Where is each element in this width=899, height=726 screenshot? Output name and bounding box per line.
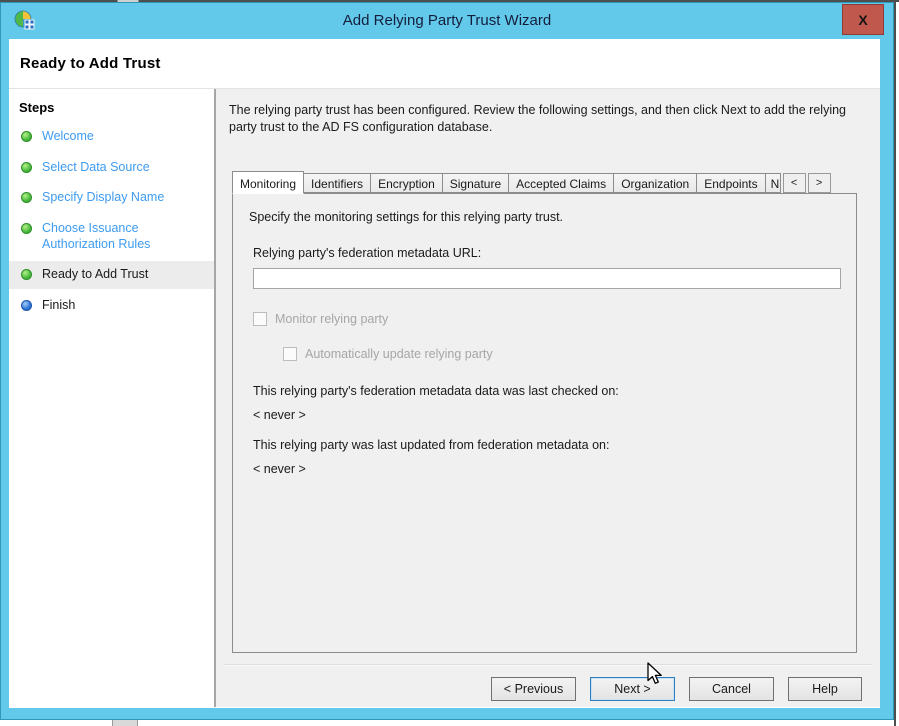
wizard-page-content: The relying party trust has been configu… [216, 89, 880, 707]
button-separator [224, 664, 872, 666]
last-checked-label: This relying party's federation metadata… [253, 384, 619, 398]
screen: Add Relying Party Trust Wizard X Ready t… [0, 0, 899, 726]
monitoring-tab-panel: Specify the monitoring settings for this… [232, 193, 857, 653]
tab-notes-truncated[interactable]: N [765, 173, 781, 193]
steps-sidebar: Steps Welcome Select Data Source Specify… [9, 89, 216, 707]
page-title: Ready to Add Trust [20, 55, 161, 72]
steps-header: Steps [9, 98, 214, 123]
step-done-icon [21, 223, 32, 234]
sidebar-item-specify-display-name[interactable]: Specify Display Name [9, 184, 214, 212]
sidebar-item-choose-issuance-authorization-rules[interactable]: Choose Issuance Authorization Rules [9, 215, 214, 258]
last-checked-value: < never > [253, 408, 306, 422]
background-window-artifact-bottom [112, 719, 138, 726]
wizard-window: Add Relying Party Trust Wizard X Ready t… [0, 2, 894, 720]
tab-strip: Monitoring Identifiers Encryption Signat… [232, 170, 857, 193]
previous-button[interactable]: < Previous [491, 677, 576, 701]
settings-tab-control: Monitoring Identifiers Encryption Signat… [232, 170, 857, 653]
sidebar-item-ready-to-add-trust: Ready to Add Trust [9, 261, 214, 289]
tab-scroll-right-button[interactable]: > [808, 173, 831, 193]
monitoring-intro-text: Specify the monitoring settings for this… [249, 210, 563, 224]
step-done-icon [21, 269, 32, 280]
tab-scroll-left-button[interactable]: < [783, 173, 806, 193]
tab-organization[interactable]: Organization [613, 173, 697, 193]
last-updated-value: < never > [253, 462, 306, 476]
page-header: Ready to Add Trust [9, 39, 880, 89]
close-button[interactable]: X [842, 4, 884, 35]
metadata-url-label: Relying party's federation metadata URL: [253, 246, 481, 260]
help-button[interactable]: Help [788, 677, 862, 701]
tab-encryption[interactable]: Encryption [370, 173, 443, 193]
tab-endpoints[interactable]: Endpoints [696, 173, 765, 193]
step-done-icon [21, 192, 32, 203]
last-updated-label: This relying party was last updated from… [253, 438, 609, 452]
checkbox-unchecked-icon [283, 347, 297, 361]
page-description: The relying party trust has been configu… [229, 102, 853, 135]
titlebar: Add Relying Party Trust Wizard X [1, 3, 893, 39]
auto-update-relying-party-checkbox-row: Automatically update relying party [283, 347, 493, 361]
window-title: Add Relying Party Trust Wizard [1, 12, 893, 29]
window-body: Ready to Add Trust Steps Welcome Select … [9, 39, 880, 708]
sidebar-item-label: Specify Display Name [42, 190, 164, 206]
checkbox-unchecked-icon [253, 312, 267, 326]
sidebar-item-label: Select Data Source [42, 160, 150, 176]
sidebar-item-label: Finish [42, 298, 75, 314]
chevron-right-icon: > [816, 177, 822, 189]
chevron-left-icon: < [791, 177, 797, 189]
sidebar-item-finish: Finish [9, 292, 214, 320]
step-done-icon [21, 162, 32, 173]
metadata-url-input[interactable] [253, 268, 841, 289]
monitor-relying-party-checkbox-row: Monitor relying party [253, 312, 388, 326]
tab-identifiers[interactable]: Identifiers [303, 173, 371, 193]
close-icon: X [858, 12, 867, 28]
wizard-button-row: < Previous Next > Cancel Help [491, 677, 862, 701]
sidebar-item-label: Choose Issuance Authorization Rules [42, 221, 208, 252]
step-upcoming-icon [21, 300, 32, 311]
step-done-icon [21, 131, 32, 142]
sidebar-item-label: Welcome [42, 129, 94, 145]
auto-update-relying-party-label: Automatically update relying party [305, 347, 493, 361]
tab-monitoring[interactable]: Monitoring [232, 171, 304, 194]
cancel-button[interactable]: Cancel [689, 677, 774, 701]
background-window-edge-right [894, 0, 896, 726]
tab-accepted-claims[interactable]: Accepted Claims [508, 173, 614, 193]
sidebar-item-label: Ready to Add Trust [42, 267, 148, 283]
sidebar-item-select-data-source[interactable]: Select Data Source [9, 154, 214, 182]
sidebar-item-welcome[interactable]: Welcome [9, 123, 214, 151]
tab-signature[interactable]: Signature [442, 173, 509, 193]
mouse-cursor-icon [646, 662, 668, 686]
monitor-relying-party-label: Monitor relying party [275, 312, 388, 326]
